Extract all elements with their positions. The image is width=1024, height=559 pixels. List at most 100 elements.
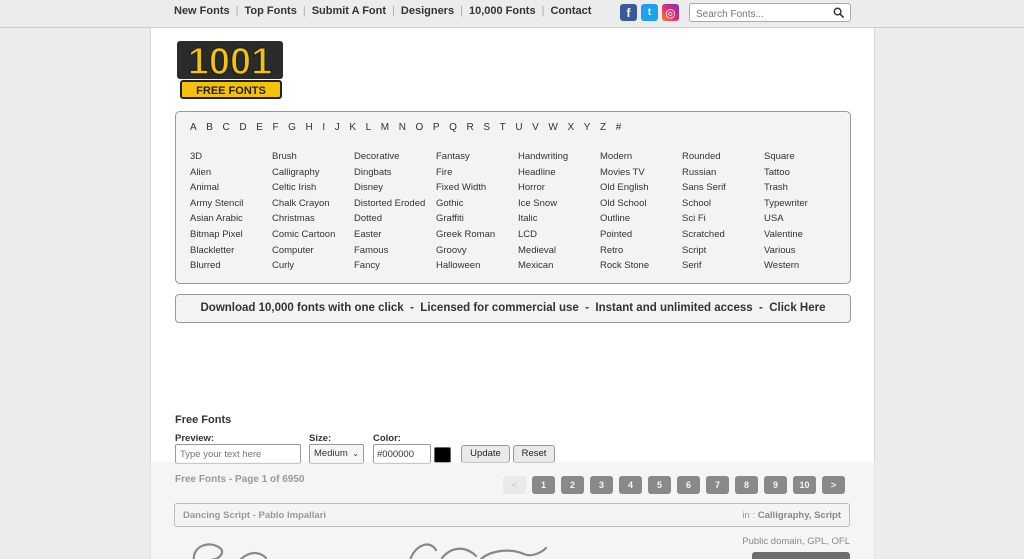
letter-j[interactable]: J <box>335 122 340 133</box>
category-link[interactable]: Various <box>764 243 846 259</box>
update-button[interactable]: Update <box>461 445 510 463</box>
category-link[interactable]: Script <box>682 243 764 259</box>
letter-b[interactable]: B <box>206 122 213 133</box>
pagination-page-button[interactable]: 10 <box>793 476 816 494</box>
letter-d[interactable]: D <box>239 122 246 133</box>
category-link[interactable]: USA <box>764 211 846 227</box>
font-download-button[interactable] <box>752 552 850 559</box>
pagination-page-button[interactable]: 1 <box>532 476 555 494</box>
category-link[interactable]: Headline <box>518 165 600 181</box>
letter-l[interactable]: L <box>366 122 372 133</box>
nav-contact[interactable]: Contact <box>544 5 597 17</box>
category-link[interactable]: Animal <box>190 180 272 196</box>
site-logo[interactable]: 1001 FREE FONTS <box>175 37 287 101</box>
category-link[interactable]: School <box>682 196 764 212</box>
category-link[interactable]: Mexican <box>518 258 600 274</box>
pagination-page-button[interactable]: 3 <box>590 476 613 494</box>
category-link[interactable]: Modern <box>600 149 682 165</box>
category-link[interactable]: Halloween <box>436 258 518 274</box>
letter-x[interactable]: X <box>567 122 574 133</box>
category-link[interactable]: Trash <box>764 180 846 196</box>
download-banner[interactable]: Download 10,000 fonts with one click - L… <box>175 294 851 323</box>
category-link[interactable]: Blackletter <box>190 243 272 259</box>
category-link[interactable]: Typewriter <box>764 196 846 212</box>
font-entry-name[interactable]: Dancing Script - Pablo Impallari <box>183 510 326 521</box>
letter-m[interactable]: M <box>381 122 389 133</box>
letter-h[interactable]: H <box>306 122 313 133</box>
category-link[interactable]: Easter <box>354 227 436 243</box>
category-link[interactable]: Chalk Crayon <box>272 196 354 212</box>
pagination-page-button[interactable]: 6 <box>677 476 700 494</box>
category-link[interactable]: Greek Roman <box>436 227 518 243</box>
category-link[interactable]: Old English <box>600 180 682 196</box>
font-entry-category-links[interactable]: Calligraphy, Script <box>758 510 841 521</box>
category-link[interactable]: Asian Arabic <box>190 211 272 227</box>
letter-o[interactable]: O <box>416 122 424 133</box>
category-link[interactable]: Handwriting <box>518 149 600 165</box>
search-input[interactable] <box>690 6 825 23</box>
category-link[interactable]: Rounded <box>682 149 764 165</box>
letter-q[interactable]: Q <box>449 122 457 133</box>
letter-c[interactable]: C <box>223 122 230 133</box>
nav-designers[interactable]: Designers <box>395 5 460 17</box>
pagination-page-button[interactable]: 9 <box>764 476 787 494</box>
letter-w[interactable]: W <box>548 122 557 133</box>
search-icon[interactable] <box>833 7 844 18</box>
pagination-prev-button[interactable]: < <box>503 476 526 494</box>
category-link[interactable]: Famous <box>354 243 436 259</box>
pagination-page-button[interactable]: 7 <box>706 476 729 494</box>
category-link[interactable]: Comic Cartoon <box>272 227 354 243</box>
category-link[interactable]: Distorted Eroded <box>354 196 436 212</box>
letter-p[interactable]: P <box>433 122 440 133</box>
category-link[interactable]: Fantasy <box>436 149 518 165</box>
color-hex-input[interactable] <box>373 444 431 464</box>
letter-a[interactable]: A <box>190 122 197 133</box>
category-link[interactable]: 3D <box>190 149 272 165</box>
letter-y[interactable]: Y <box>584 122 591 133</box>
category-link[interactable]: Dotted <box>354 211 436 227</box>
category-link[interactable]: Russian <box>682 165 764 181</box>
pagination-next-button[interactable]: > <box>822 476 845 494</box>
pagination-page-button[interactable]: 5 <box>648 476 671 494</box>
letter-v[interactable]: V <box>532 122 539 133</box>
letter-z[interactable]: Z <box>600 122 606 133</box>
category-link[interactable]: Medieval <box>518 243 600 259</box>
category-link[interactable]: LCD <box>518 227 600 243</box>
category-link[interactable]: Computer <box>272 243 354 259</box>
preview-text-input[interactable] <box>175 444 301 464</box>
category-link[interactable]: Sci Fi <box>682 211 764 227</box>
category-link[interactable]: Fancy <box>354 258 436 274</box>
category-link[interactable]: Blurred <box>190 258 272 274</box>
category-link[interactable]: Fire <box>436 165 518 181</box>
category-link[interactable]: Dingbats <box>354 165 436 181</box>
category-link[interactable]: Disney <box>354 180 436 196</box>
letter-i[interactable]: I <box>322 122 325 133</box>
pagination-page-button[interactable]: 2 <box>561 476 584 494</box>
category-link[interactable]: Graffiti <box>436 211 518 227</box>
category-link[interactable]: Curly <box>272 258 354 274</box>
category-link[interactable]: Sans Serif <box>682 180 764 196</box>
letter-f[interactable]: F <box>272 122 278 133</box>
category-link[interactable]: Celtic Irish <box>272 180 354 196</box>
category-link[interactable]: Valentine <box>764 227 846 243</box>
category-link[interactable]: Old School <box>600 196 682 212</box>
category-link[interactable]: Ice Snow <box>518 196 600 212</box>
category-link[interactable]: Serif <box>682 258 764 274</box>
instagram-icon[interactable]: ◎ <box>662 4 679 21</box>
twitter-icon[interactable]: t <box>641 4 658 21</box>
category-link[interactable]: Brush <box>272 149 354 165</box>
letter-n[interactable]: N <box>399 122 406 133</box>
category-link[interactable]: Rock Stone <box>600 258 682 274</box>
letter-e[interactable]: E <box>256 122 263 133</box>
category-link[interactable]: Christmas <box>272 211 354 227</box>
facebook-icon[interactable]: f <box>620 4 637 21</box>
category-link[interactable]: Horror <box>518 180 600 196</box>
category-link[interactable]: Groovy <box>436 243 518 259</box>
category-link[interactable]: Alien <box>190 165 272 181</box>
category-link[interactable]: Pointed <box>600 227 682 243</box>
nav-new-fonts[interactable]: New Fonts <box>168 5 236 17</box>
category-link[interactable]: Fixed Width <box>436 180 518 196</box>
letter-t[interactable]: T <box>500 122 506 133</box>
color-swatch[interactable] <box>434 447 451 463</box>
size-select[interactable]: Medium ⌄ <box>309 444 364 464</box>
